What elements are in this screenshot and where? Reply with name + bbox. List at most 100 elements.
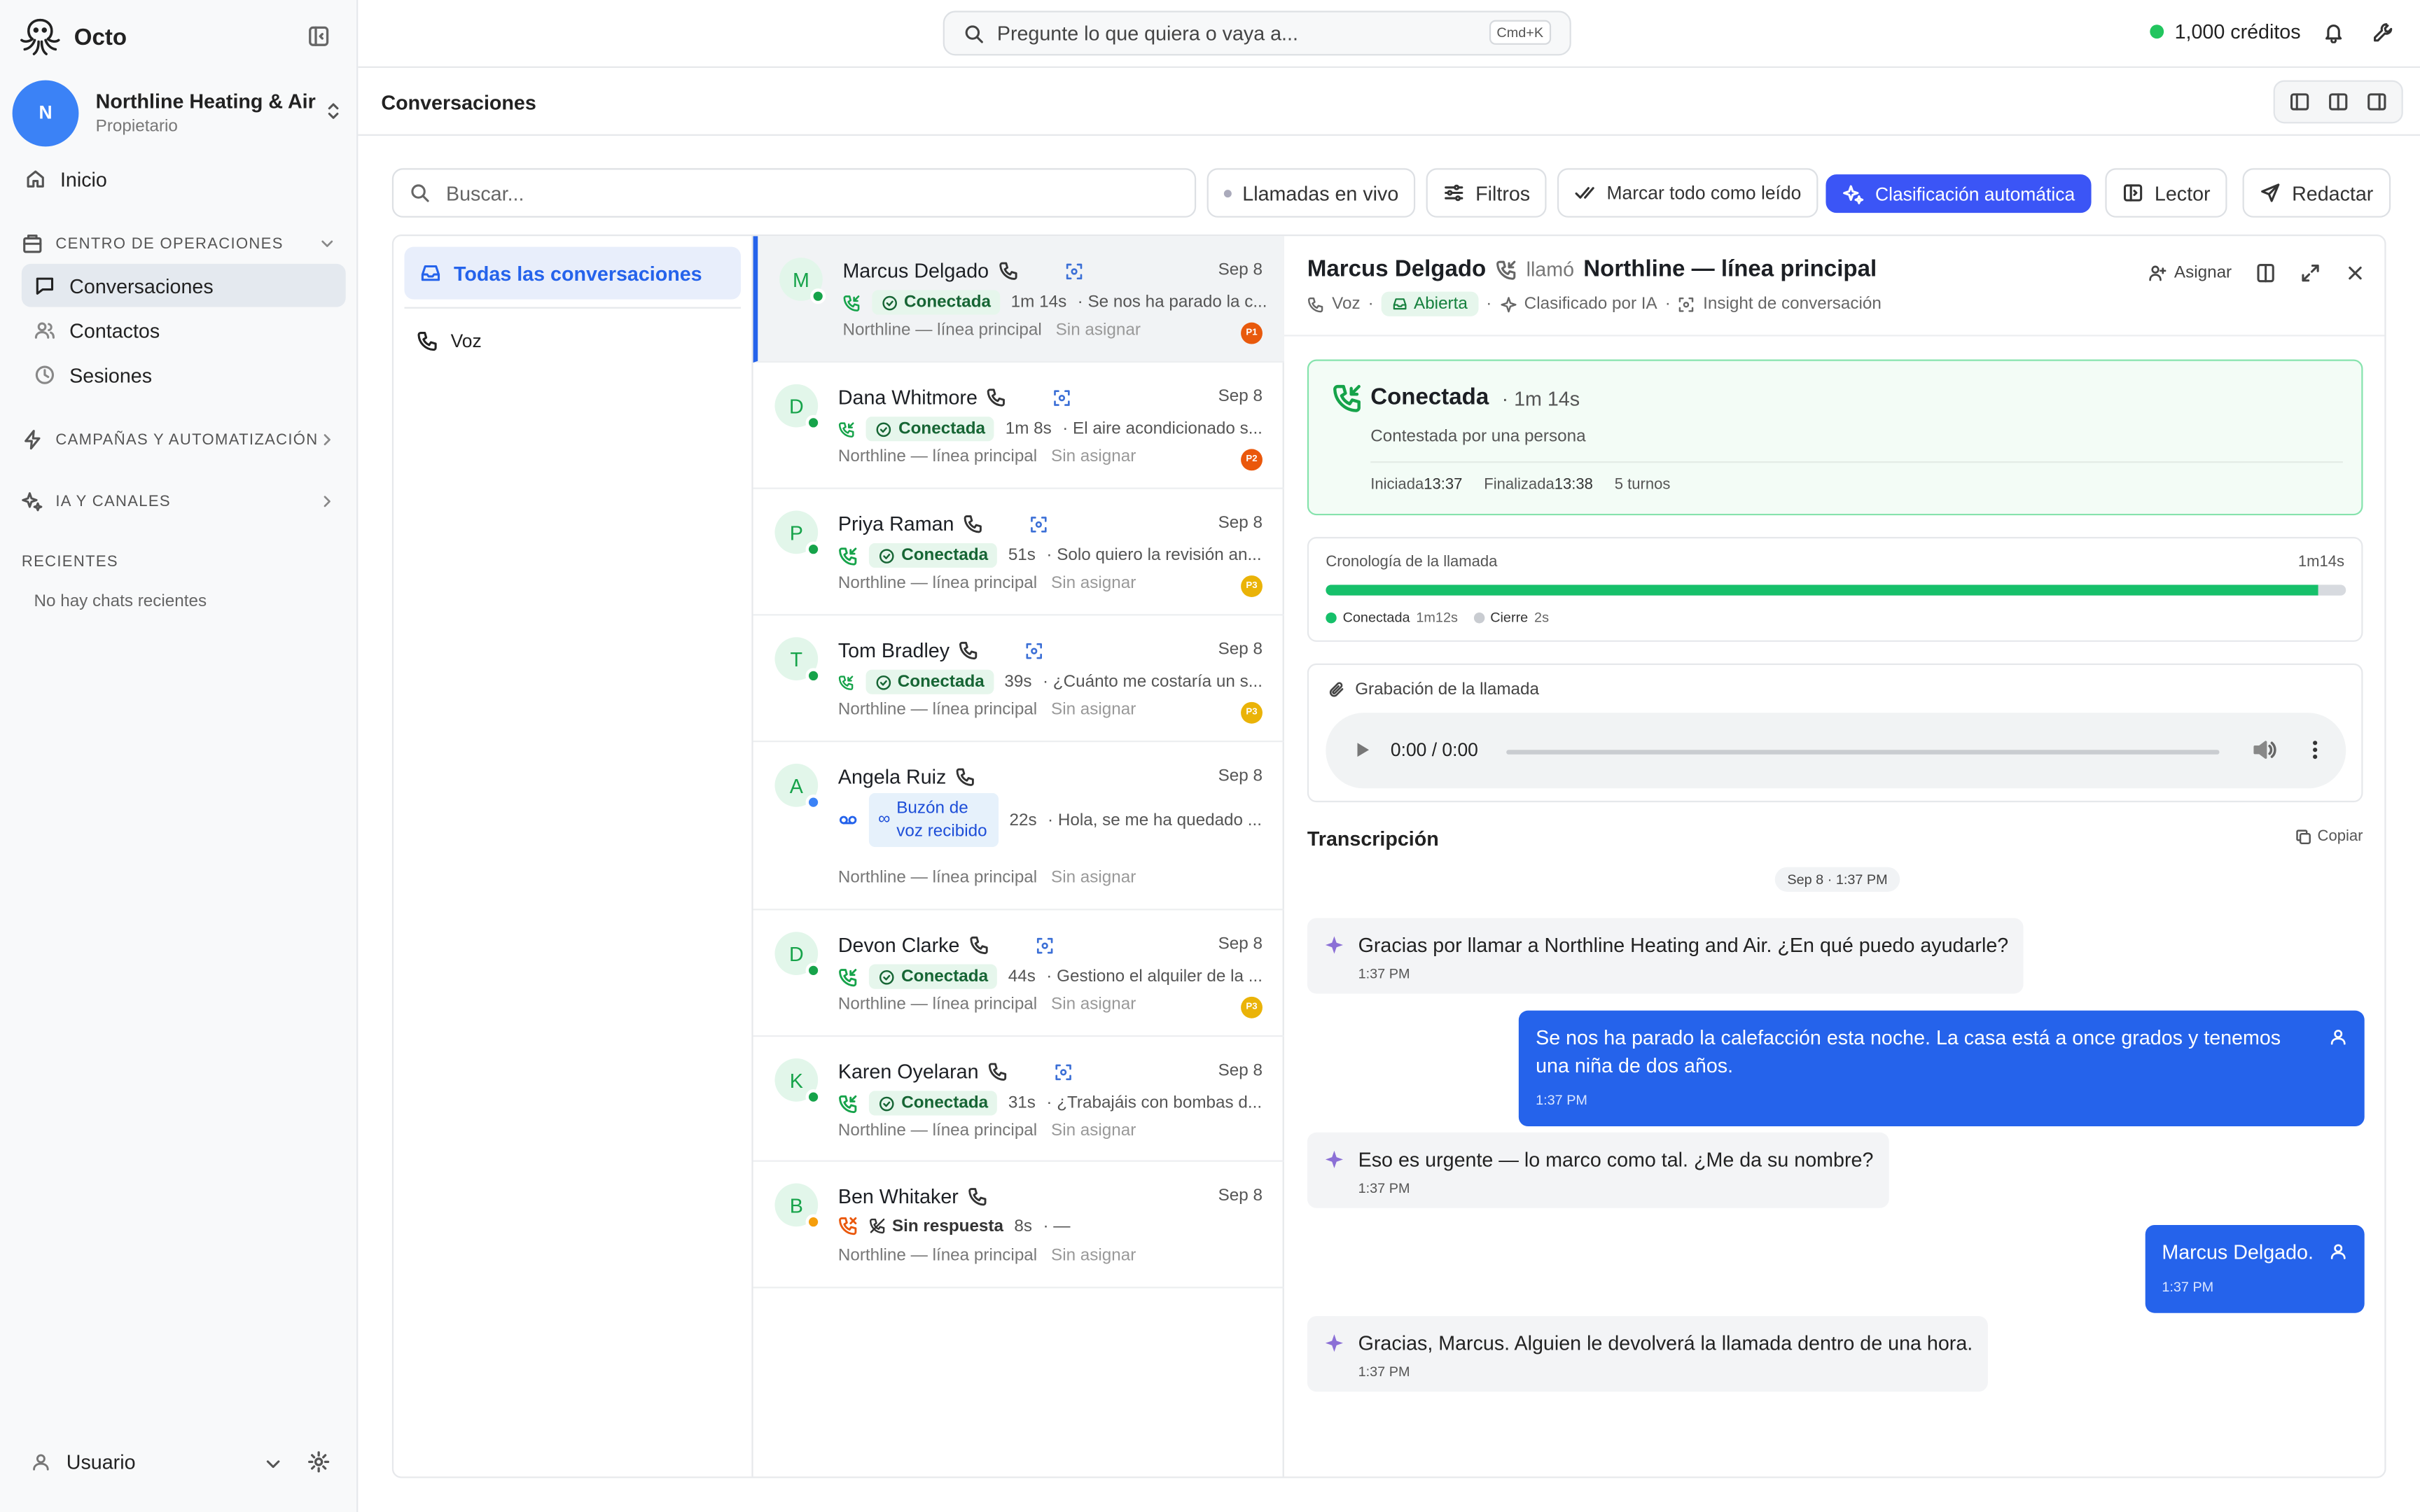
ai-sparkle-icon [1500, 296, 1516, 312]
voicemail-icon [839, 816, 857, 825]
contact-name: Tom Bradley [838, 638, 1044, 662]
status-label: Conectada [897, 672, 985, 692]
call-duration: 44s [1008, 967, 1036, 986]
sidebar-item-contacts[interactable]: Contactos [22, 309, 346, 352]
player-seek-bar[interactable] [1506, 750, 2220, 755]
conversation-row[interactable]: M Marcus Delgado Sep 8 Conectada 1m 14s · Se … [753, 236, 1284, 363]
priority-badge: P3 [1241, 701, 1263, 724]
volume-icon[interactable] [2252, 738, 2276, 762]
play-icon[interactable] [1354, 741, 1372, 759]
page-header: Conversaciones [358, 68, 2420, 136]
app-logo[interactable]: Octo [18, 17, 127, 57]
users-icon [34, 322, 55, 339]
sidebar-item-label: Sesiones [69, 363, 153, 387]
detail-actions: Asignar [2148, 262, 2365, 284]
live-calls-button[interactable]: Llamadas en vivo [1206, 168, 1416, 218]
voicemail-mini-icon: ∞ [878, 810, 891, 830]
nav-home[interactable]: Inicio [22, 158, 346, 201]
check-circle-icon [882, 295, 897, 310]
wrench-icon[interactable] [2372, 22, 2394, 43]
sidebar-toggle-icon [309, 26, 329, 46]
message-preview: · Solo quiero la revisión an... [1046, 546, 1262, 565]
conversation-meta: Northline — línea principal Sin asignar [838, 447, 1136, 465]
gear-icon[interactable] [307, 1450, 331, 1474]
layout-split-icon[interactable] [2328, 91, 2349, 113]
transcript-message-user: Se nos ha parado la calefacción esta noc… [1518, 1010, 2365, 1126]
layout-right-panel-icon[interactable] [2365, 91, 2387, 113]
insight-label[interactable]: Insight de conversación [1703, 295, 1882, 313]
mark-all-read-button[interactable]: Marcar todo como leído [1557, 168, 1819, 218]
contact-name-text: Karen Oyelaran [837, 1060, 979, 1084]
conversation-row[interactable]: D Dana Whitmore Sep 8 Conectada 1m 8s · El ai… [753, 363, 1284, 489]
conversation-row[interactable]: D Devon Clarke Sep 8 Conectada 44s · Gestiono… [753, 910, 1284, 1037]
presence-dot [810, 288, 826, 304]
status-badge[interactable]: Abierta [1381, 291, 1479, 316]
status-label: Abierta [1414, 294, 1468, 314]
section-operations[interactable]: CENTRO DE OPERACIONES [22, 233, 337, 255]
send-icon [2261, 183, 2280, 202]
scan-icon [1066, 262, 1082, 279]
conversation-row[interactable]: B Ben Whitaker Sep 8 Sin respuesta 8s · — Nort… [753, 1162, 1284, 1289]
message-preview: · Se nos ha parado la c... [1077, 293, 1267, 312]
priority-badge: P3 [1241, 996, 1263, 1018]
priority-label: P3 [1246, 708, 1258, 718]
conversation-row[interactable]: K Karen Oyelaran Sep 8 Conectada 31s · ¿Traba… [753, 1037, 1284, 1162]
sidebar-item-sessions[interactable]: Sesiones [22, 354, 346, 397]
conversation-row[interactable]: A Angela Ruiz Sep 8 ∞ Buzón de voz recibido 2… [753, 742, 1284, 911]
bell-icon[interactable] [2323, 22, 2344, 43]
filter-voice-label: Voz [450, 330, 482, 352]
legend-value: 1m12s [1416, 609, 1458, 625]
filter-all-conversations[interactable]: Todas las conversaciones [404, 246, 741, 300]
reader-button[interactable]: Lector [2105, 168, 2227, 218]
priority-label: P3 [1246, 581, 1258, 592]
presence-dot [805, 668, 821, 684]
expand-icon[interactable] [2300, 262, 2321, 284]
section-campaigns[interactable]: CAMPAÑAS Y AUTOMATIZACIÓN [22, 429, 337, 451]
conversation-date: Sep 8 [1218, 640, 1263, 659]
compose-button[interactable]: Redactar [2242, 168, 2391, 218]
message-preview: · ¿Trabajáis con bombas d... [1046, 1093, 1263, 1113]
credits-indicator[interactable]: 1,000 créditos [2150, 20, 2301, 43]
building-icon [23, 234, 42, 253]
conversation-row[interactable]: P Priya Raman Sep 8 Conectada 51s · Solo quie… [753, 489, 1284, 616]
conversation-search-input[interactable]: Buscar... [391, 168, 1197, 218]
check-circle-icon [876, 421, 891, 437]
conversation-date: Sep 8 [1218, 1061, 1263, 1080]
audio-player: 0:00 / 0:00 [1326, 713, 2346, 789]
phone-icon [968, 1188, 987, 1206]
side-panel-icon[interactable] [2255, 262, 2276, 284]
filter-voice[interactable]: Voz [417, 330, 482, 352]
nav-home-label: Inicio [60, 167, 107, 191]
global-search[interactable]: Pregunte lo que quiera o vaya a... Cmd+K [943, 10, 1571, 56]
sidebar-item-conversations[interactable]: Conversaciones [21, 263, 346, 307]
classified-label: Clasificado por IA [1524, 294, 1657, 314]
copy-transcript-button[interactable]: Copiar [2294, 829, 2363, 846]
section-ai-channels[interactable]: IA Y CANALES [22, 491, 337, 512]
close-icon[interactable] [2344, 262, 2366, 284]
phone-icon [989, 1063, 1007, 1081]
more-vertical-icon[interactable] [2303, 738, 2328, 762]
started-label: Iniciada [1370, 477, 1424, 494]
message-preview: · Hola, se me ha quedado ... [1048, 811, 1262, 830]
avatar-initial: A [789, 774, 803, 797]
message-preview: · ¿Cuánto me costaría un s... [1042, 672, 1263, 692]
call-duration: 31s [1008, 1093, 1036, 1113]
auto-classify-button[interactable]: Clasificación automática [1826, 174, 2092, 214]
layout-left-panel-icon[interactable] [2289, 91, 2311, 113]
org-switcher[interactable]: N Northline Heating & Air Propietario [12, 78, 349, 146]
filters-column: Todas las conversaciones Voz [394, 236, 753, 1477]
conversation-summary: Sin respuesta 8s · — [838, 1216, 1263, 1236]
assign-button[interactable]: Asignar [2148, 264, 2232, 282]
conversation-search-placeholder: Buscar... [445, 181, 524, 205]
message-text: Gracias, Marcus. Alguien le devolverá la… [1358, 1331, 1973, 1355]
call-duration: 22s [1009, 811, 1037, 830]
user-menu[interactable]: Usuario [31, 1450, 332, 1474]
ai-sparkle-icon [1325, 1150, 1343, 1168]
collapse-sidebar-button[interactable] [307, 24, 331, 48]
message-text: Eso es urgente — lo marco como tal. ¿Me … [1358, 1147, 1874, 1171]
conversation-row[interactable]: T Tom Bradley Sep 8 Conectada 39s · ¿Cuánto m… [753, 615, 1284, 743]
status-badge: Conectada [868, 1091, 998, 1116]
filters-button[interactable]: Filtros [1426, 168, 1548, 218]
conversation-meta: Northline — línea principal Sin asignar [838, 701, 1136, 719]
phone-line: Northline — línea principal [837, 1121, 1038, 1140]
